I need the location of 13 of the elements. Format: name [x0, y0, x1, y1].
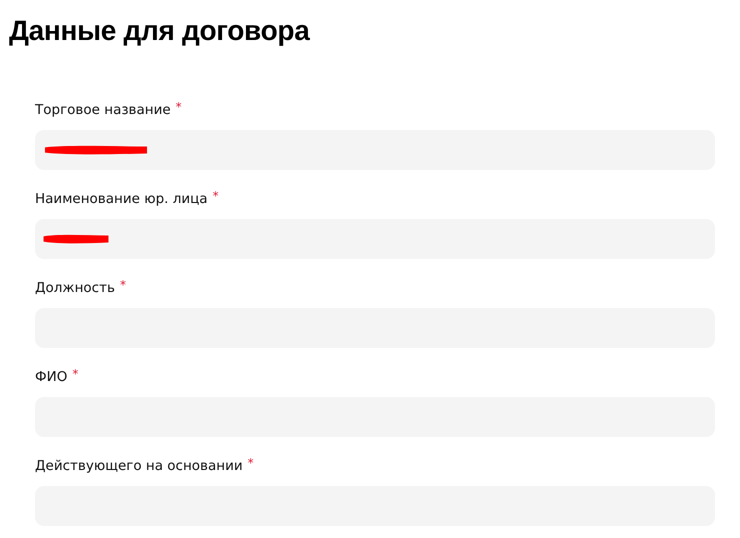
field-label: Действующего на основании — [35, 457, 243, 476]
required-mark: * — [120, 278, 126, 292]
required-mark: * — [212, 189, 219, 203]
field-label: Наименование юр. лица — [35, 190, 208, 209]
input-field[interactable] — [35, 219, 715, 259]
required-mark: * — [72, 367, 78, 381]
input-field[interactable] — [35, 130, 715, 170]
field-label: ФИО — [35, 368, 68, 387]
required-mark: * — [248, 456, 254, 470]
field-label: Должность — [35, 279, 115, 298]
page-title: Данные для договора — [8, 14, 311, 48]
required-mark: * — [176, 100, 182, 114]
field-label: Торговое название — [35, 101, 171, 120]
